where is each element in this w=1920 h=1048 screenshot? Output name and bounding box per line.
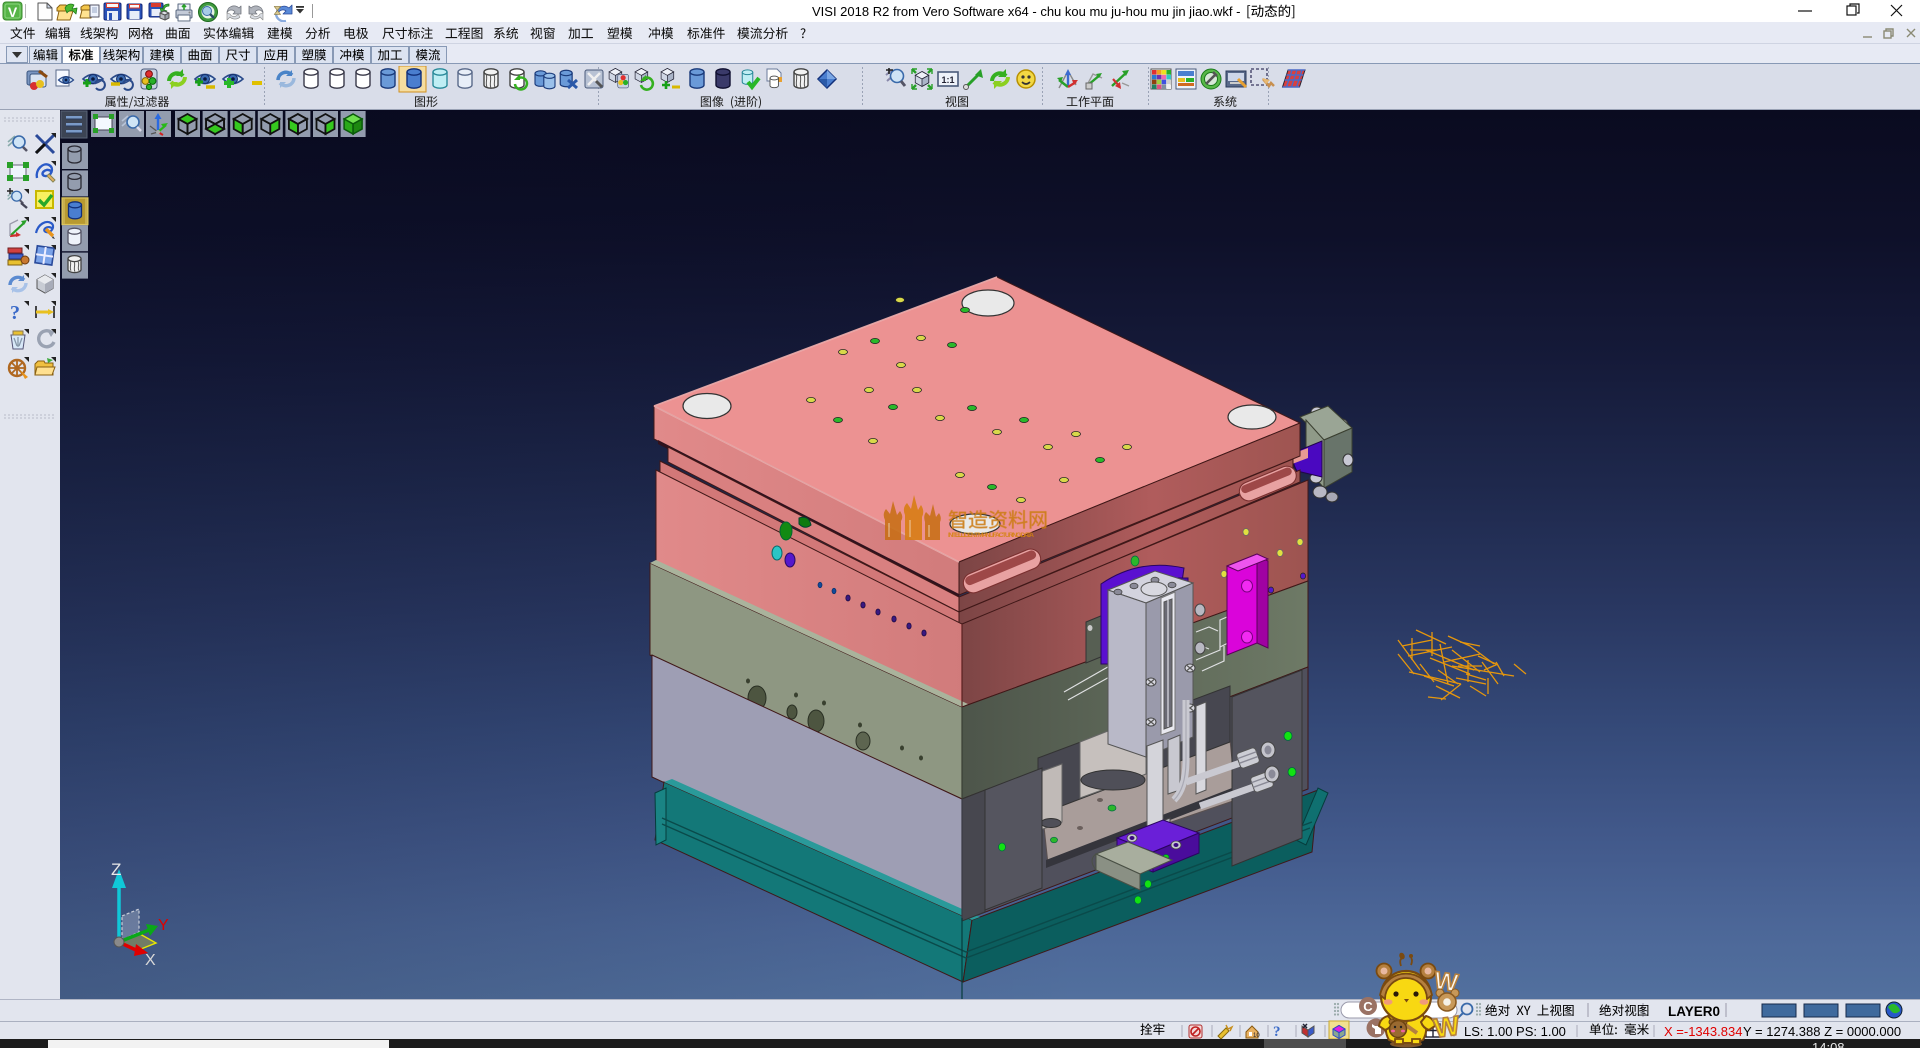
svg-text:10: 10 <box>1253 1033 1260 1039</box>
svg-text:1:1: 1:1 <box>941 75 954 85</box>
svg-text:Y: Y <box>158 917 169 934</box>
svg-text:?: ? <box>10 302 20 324</box>
svg-text:INTELLIGENT MANUFACTURING DATA: INTELLIGENT MANUFACTURING DATA <box>948 532 1034 539</box>
svg-text:Z: Z <box>111 860 121 879</box>
svg-text:V: V <box>8 4 18 20</box>
svg-text:?: ? <box>1273 1024 1281 1039</box>
svg-text:C: C <box>1363 999 1373 1014</box>
svg-text:X: X <box>145 952 156 969</box>
svg-text:W: W <box>1432 1010 1462 1043</box>
